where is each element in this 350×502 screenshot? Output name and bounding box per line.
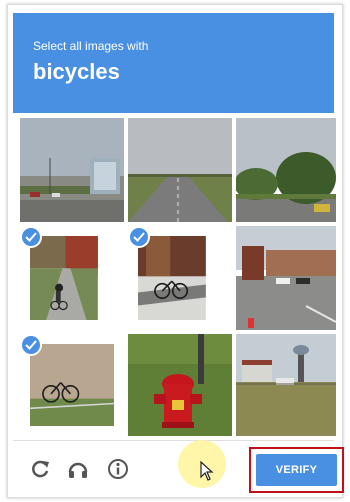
challenge-header: Select all images with bicycles: [13, 13, 334, 113]
reload-icon[interactable]: [29, 458, 51, 480]
audio-icon[interactable]: [67, 458, 89, 480]
image-tile-3[interactable]: [236, 118, 336, 222]
mouse-cursor-icon: [200, 460, 214, 486]
image-tile-6[interactable]: [236, 226, 336, 330]
image-tile-4[interactable]: [20, 226, 124, 330]
challenge-target: bicycles: [33, 59, 120, 84]
selected-check-icon: [20, 226, 42, 248]
image-tile-1[interactable]: [20, 118, 124, 222]
challenge-instruction: Select all images with: [33, 39, 149, 53]
image-tile-9[interactable]: [236, 334, 336, 436]
image-tile-7[interactable]: [20, 334, 124, 436]
image-tile-8[interactable]: [128, 334, 232, 436]
verify-button[interactable]: VERIFY: [256, 454, 337, 486]
image-grid: [20, 118, 336, 436]
info-icon[interactable]: [107, 458, 129, 480]
image-tile-2[interactable]: [128, 118, 232, 222]
selected-check-icon: [128, 226, 150, 248]
selected-check-icon: [20, 334, 42, 356]
image-tile-5[interactable]: [128, 226, 232, 330]
